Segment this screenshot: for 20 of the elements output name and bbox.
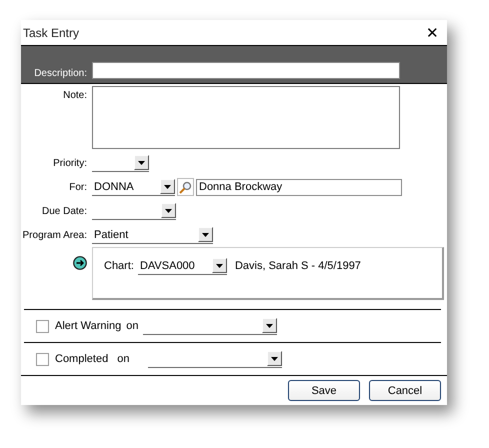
field-label: Description: bbox=[33, 68, 88, 79]
cancel-button[interactable]: Cancel bbox=[369, 380, 441, 401]
field-label: Priority: bbox=[52, 158, 88, 168]
window-title: Task Entry bbox=[23, 26, 80, 40]
field-label: Chart: bbox=[104, 260, 134, 272]
checkbox-label: Alert Warning bbox=[55, 320, 122, 332]
save-button[interactable]: Save bbox=[288, 380, 360, 401]
on-label: on bbox=[126, 320, 138, 332]
checkbox-label: Completed bbox=[55, 353, 108, 365]
user-dropdown[interactable]: DONNA bbox=[92, 178, 175, 196]
on-label: on bbox=[117, 353, 130, 365]
field-label: For: bbox=[68, 182, 88, 192]
field-label: Note: bbox=[62, 89, 88, 101]
user-name-field[interactable]: Donna Brockway bbox=[196, 178, 402, 196]
field-label: Due Date: bbox=[40, 206, 88, 216]
program-area-dropdown[interactable]: Patient bbox=[92, 226, 213, 244]
field-label: Program Area: bbox=[22, 230, 88, 240]
close-button[interactable]: ✕ bbox=[426, 24, 439, 42]
chart-dropdown[interactable]: DAVSA000 bbox=[138, 257, 227, 275]
patient-info: Davis, Sarah S - 4/5/1997 bbox=[234, 260, 361, 272]
